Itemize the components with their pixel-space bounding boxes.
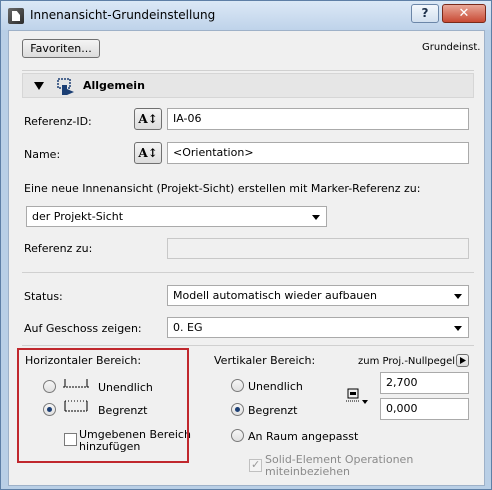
section-header[interactable]: Allgemein — [22, 73, 474, 98]
vertical-range-title: Vertikaler Bereich: — [214, 354, 316, 367]
reference-level-label: zum Proj.-Nullpegel — [358, 356, 456, 367]
upper-height-input[interactable]: 2,700 — [380, 372, 469, 394]
title-bar[interactable]: Innenansicht-Grundeinstellung ? ✕ — [1, 1, 491, 30]
vertical-infinite-label: Unendlich — [248, 380, 303, 393]
solid-operations-line2: miteinbeziehen — [265, 465, 350, 478]
height-level-icon — [346, 388, 368, 404]
highlight-frame — [17, 348, 189, 463]
reference-id-font-button[interactable]: A↕ — [134, 108, 162, 130]
chevron-right-icon — [460, 357, 466, 364]
status-select[interactable]: Modell automatisch wieder aufbauen — [167, 285, 469, 306]
vertical-room-label: An Raum angepasst — [248, 430, 359, 443]
chevron-down-icon — [312, 215, 320, 220]
expand-triangle-icon[interactable] — [34, 82, 44, 90]
help-button[interactable]: ? — [411, 4, 439, 23]
window-title: Innenansicht-Grundeinstellung — [30, 8, 216, 22]
favorites-button[interactable]: Favoriten... — [22, 39, 100, 58]
chevron-down-icon — [454, 294, 462, 299]
reference-to-input — [167, 238, 469, 259]
chevron-down-icon — [454, 326, 462, 331]
lower-height-input[interactable]: 0,000 — [380, 398, 469, 420]
vertical-room-radio[interactable] — [231, 429, 244, 442]
divider — [22, 345, 474, 346]
vertical-infinite-radio[interactable] — [231, 379, 244, 392]
reference-to-label: Referenz zu: — [24, 242, 93, 255]
reference-id-input[interactable]: IA-06 — [167, 108, 469, 130]
divider — [22, 272, 474, 273]
create-view-label: Eine neue Innenansicht (Projekt-Sicht) e… — [24, 182, 421, 195]
app-icon — [8, 8, 24, 24]
general-settings-icon — [57, 78, 74, 95]
section-title: Allgemein — [83, 79, 145, 92]
reference-level-button[interactable] — [456, 354, 469, 367]
name-label: Name: — [24, 148, 61, 161]
show-on-story-select[interactable]: 0. EG — [167, 317, 469, 338]
name-font-button[interactable]: A↕ — [134, 142, 162, 164]
close-button[interactable]: ✕ — [442, 4, 486, 23]
status-label: Status: — [24, 290, 63, 303]
solid-operations-checkbox[interactable] — [249, 458, 262, 472]
status-selected: Modell automatisch wieder aufbauen — [173, 289, 378, 302]
vertical-limited-radio[interactable] — [231, 403, 244, 416]
name-input[interactable]: <Orientation> — [167, 142, 469, 164]
divider — [22, 70, 474, 71]
show-on-story-selected: 0. EG — [173, 321, 203, 334]
reference-id-label: Referenz-ID: — [24, 115, 92, 128]
create-view-select[interactable]: der Projekt-Sicht — [26, 206, 327, 227]
create-view-selected: der Projekt-Sicht — [32, 210, 124, 223]
show-on-story-label: Auf Geschoss zeigen: — [24, 322, 142, 335]
solid-operations-label: Solid-Element Operationen miteinbeziehen — [265, 454, 413, 478]
dialog-window: Innenansicht-Grundeinstellung ? ✕ Favori… — [0, 0, 492, 490]
vertical-limited-label: Begrenzt — [248, 404, 298, 417]
preset-label: Grundeinst. — [422, 42, 481, 53]
